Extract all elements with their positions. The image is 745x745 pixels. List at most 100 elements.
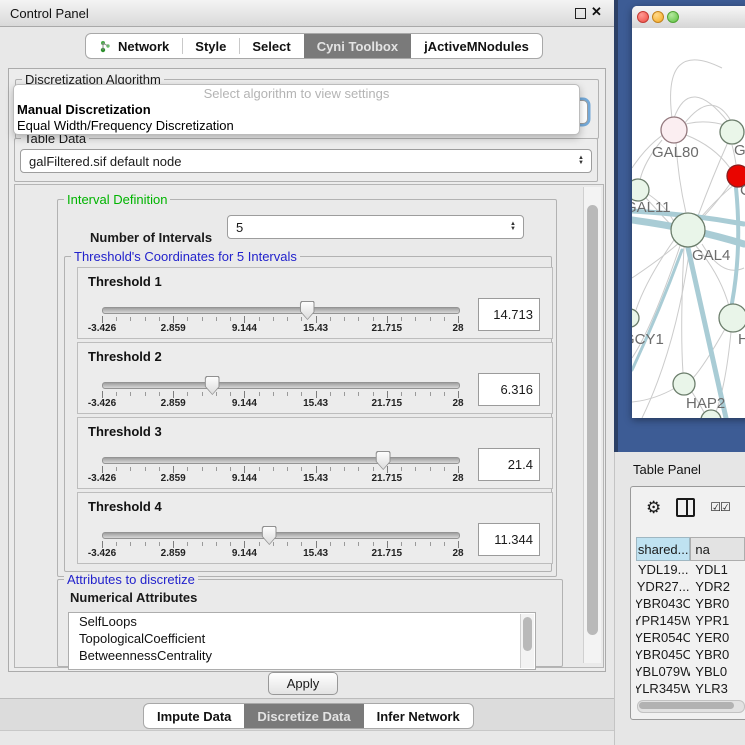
column-header-shared-name[interactable]: shared...	[636, 537, 690, 561]
slider-track[interactable]	[102, 457, 460, 464]
tab-select[interactable]: Select	[239, 34, 303, 58]
cell-shared-name[interactable]: YDL19...	[636, 561, 690, 578]
threshold-row: Threshold 1-3.4262.8599.14415.4321.71528…	[77, 267, 553, 339]
cell-shared-name[interactable]: YER054C	[636, 629, 690, 646]
network-node-gal11[interactable]	[632, 179, 649, 201]
slider-tick	[401, 467, 402, 471]
network-edge[interactable]	[698, 142, 728, 216]
network-node-gcy1[interactable]	[632, 309, 639, 327]
network-node-gal80[interactable]	[661, 117, 687, 143]
attribute-list-item[interactable]: TopologicalCoefficient	[69, 630, 535, 647]
slider-tick	[444, 392, 445, 396]
table-row[interactable]: YBR045CYBR0	[636, 646, 745, 663]
cell-shared-name[interactable]: YBL079W	[636, 663, 690, 680]
slider-tick-label: 15.43	[303, 473, 328, 484]
slider-track[interactable]	[102, 532, 460, 539]
network-canvas[interactable]: GAL80GACGAL11GAL4GCY1HHAP2	[632, 28, 745, 418]
bottom-tab-impute-data[interactable]: Impute Data	[144, 704, 244, 728]
network-node-gal4[interactable]	[671, 213, 705, 247]
table-row[interactable]: YDR27...YDR2	[636, 578, 745, 595]
slider-tick	[287, 467, 288, 471]
network-node-ga[interactable]	[720, 120, 744, 144]
threshold-value-field[interactable]: 14.713	[478, 298, 540, 331]
network-edge[interactable]	[636, 240, 674, 310]
mac-minimize-button[interactable]	[652, 11, 664, 23]
slider-tick	[187, 392, 188, 396]
cell-name[interactable]: YER0	[690, 629, 745, 646]
network-node-label: GA	[734, 142, 745, 159]
cell-name[interactable]: YBR0	[690, 595, 745, 612]
threshold-value-field[interactable]: 21.4	[478, 448, 540, 481]
gear-icon[interactable]: ⚙	[646, 499, 661, 516]
tab-style[interactable]: Style	[182, 34, 239, 58]
network-node-hap2[interactable]	[673, 373, 695, 395]
network-edge[interactable]	[684, 105, 731, 124]
threshold-value-field[interactable]: 11.344	[478, 523, 540, 556]
table-row[interactable]: YLR345WYLR3	[636, 680, 745, 697]
table-hscrollbar[interactable]	[637, 700, 745, 713]
algorithm-option[interactable]: Manual Discretization	[14, 102, 579, 118]
network-edge[interactable]	[632, 388, 675, 402]
network-edge-highlighted[interactable]	[632, 250, 682, 370]
numerical-attributes-list[interactable]: SelfLoopsTopologicalCoefficientBetweenne…	[68, 612, 536, 670]
slider-track[interactable]	[102, 307, 460, 314]
cell-shared-name[interactable]: YPR145W	[636, 612, 690, 629]
network-window-titlebar[interactable]	[632, 6, 745, 29]
network-edge-highlighted[interactable]	[732, 188, 738, 303]
threshold-value-field[interactable]: 6.316	[478, 373, 540, 406]
slider-tick	[116, 467, 117, 471]
num-intervals-spinner[interactable]: 5 ▲▼	[227, 215, 524, 239]
tab-jactivemnodules[interactable]: jActiveMNodules	[411, 34, 542, 58]
cell-name[interactable]: YBR0	[690, 646, 745, 663]
table-row[interactable]: YPR145WYPR1	[636, 612, 745, 629]
network-graph: GAL80GACGAL11GAL4GCY1HHAP2	[632, 28, 745, 418]
cell-shared-name[interactable]: YBR043C	[636, 595, 690, 612]
mac-zoom-button[interactable]	[667, 11, 679, 23]
cell-name[interactable]: YLR3	[690, 680, 745, 697]
network-edge-highlighted[interactable]	[688, 248, 726, 418]
network-edge[interactable]	[674, 97, 728, 122]
slider-tick	[230, 542, 231, 546]
tab-cyni-toolbox[interactable]: Cyni Toolbox	[304, 34, 411, 58]
attribute-list-item[interactable]: SelfLoops	[69, 613, 535, 630]
cell-shared-name[interactable]: YDR27...	[636, 578, 690, 595]
slider-tick	[301, 467, 302, 471]
attributes-list-scrollbar[interactable]	[520, 614, 534, 668]
slider-tick	[330, 392, 331, 396]
apply-button[interactable]: Apply	[268, 672, 338, 695]
cell-shared-name[interactable]: YLR345W	[636, 680, 690, 697]
split-columns-icon[interactable]	[676, 498, 695, 517]
slider-tick	[116, 392, 117, 396]
algorithm-option[interactable]: Equal Width/Frequency Discretization	[14, 118, 579, 134]
table-row[interactable]: YDL19...YDL1	[636, 561, 745, 578]
select-columns-icon[interactable]: ☑☑	[710, 500, 730, 514]
slider-track[interactable]	[102, 382, 460, 389]
column-header-name[interactable]: na	[690, 537, 745, 561]
network-node-h[interactable]	[719, 304, 745, 332]
bottom-tabbar: Impute DataDiscretize DataInfer Network	[143, 703, 474, 729]
float-window-icon[interactable]	[575, 8, 586, 19]
settings-scrollbar[interactable]	[583, 187, 601, 663]
mac-close-button[interactable]	[637, 11, 649, 23]
screen: Control Panel ✕ NetworkStyleSelectCyni T…	[0, 0, 745, 745]
cell-name[interactable]: YDL1	[690, 561, 745, 578]
table-row[interactable]: YBL079WYBL0	[636, 663, 745, 680]
cell-name[interactable]: YPR1	[690, 612, 745, 629]
network-edge[interactable]	[682, 247, 684, 373]
bottom-tab-discretize-data[interactable]: Discretize Data	[244, 704, 363, 728]
bottom-tab-infer-network[interactable]: Infer Network	[364, 704, 473, 728]
cell-shared-name[interactable]: YBR045C	[636, 646, 690, 663]
slider-tick	[173, 541, 174, 548]
cell-name[interactable]: YBL0	[690, 663, 745, 680]
network-window[interactable]: GAL80GACGAL11GAL4GCY1HHAP2	[632, 6, 745, 418]
slider-tick	[230, 317, 231, 321]
table-data-combobox[interactable]: galFiltered.sif default node ▲▼	[20, 149, 592, 173]
close-icon[interactable]: ✕	[591, 4, 602, 20]
slider-tick	[444, 467, 445, 471]
table-row[interactable]: YBR043CYBR0	[636, 595, 745, 612]
tab-network[interactable]: Network	[86, 34, 182, 58]
slider-tick	[330, 317, 331, 321]
attribute-list-item[interactable]: BetweennessCentrality	[69, 647, 535, 664]
table-row[interactable]: YER054CYER0	[636, 629, 745, 646]
cell-name[interactable]: YDR2	[690, 578, 745, 595]
